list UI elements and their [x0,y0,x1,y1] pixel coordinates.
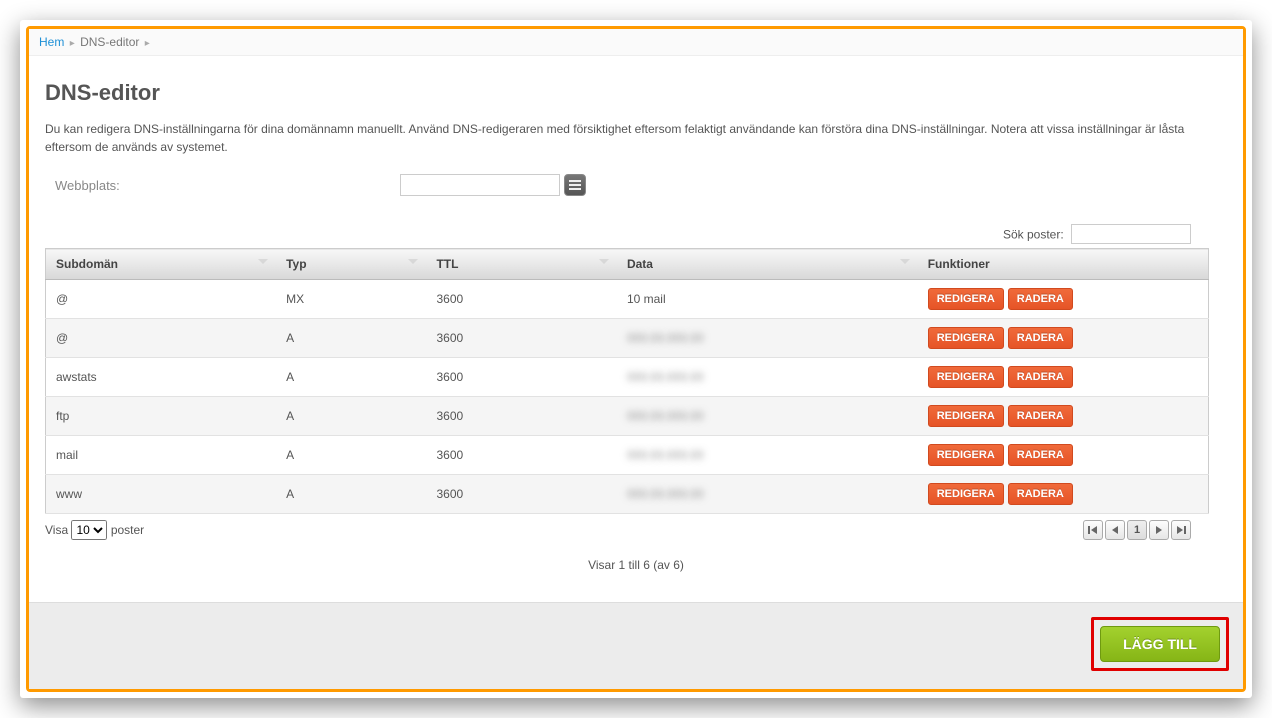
breadcrumb-home[interactable]: Hem [39,35,64,49]
th-subdomain[interactable]: Subdomän [46,249,277,280]
cell-type: A [276,475,426,514]
edit-button[interactable]: REDIGERA [928,327,1004,349]
cell-data: 000.00.000.00 [617,319,918,358]
pager: 1 [1083,520,1227,540]
th-ttl[interactable]: TTL [426,249,616,280]
cell-functions: REDIGERARADERA [918,280,1209,319]
list-icon [569,180,581,190]
sort-icon [599,259,609,264]
cell-subdomain: ftp [46,397,277,436]
add-highlight: LÄGG TILL [1091,617,1229,671]
bottom-bar: LÄGG TILL [29,602,1243,689]
delete-button[interactable]: RADERA [1008,366,1073,388]
pager-last-button[interactable] [1171,520,1191,540]
table-row: @A3600000.00.000.00REDIGERARADERA [46,319,1209,358]
cell-ttl: 3600 [426,280,616,319]
add-button[interactable]: LÄGG TILL [1100,626,1220,662]
page-title: DNS-editor [45,80,1227,106]
pager-next-button[interactable] [1149,520,1169,540]
sort-icon [258,259,268,264]
cell-data: 000.00.000.00 [617,475,918,514]
search-input[interactable] [1071,224,1191,244]
cell-functions: REDIGERARADERA [918,319,1209,358]
edit-button[interactable]: REDIGERA [928,288,1004,310]
cell-type: A [276,436,426,475]
table-row: awstatsA3600000.00.000.00REDIGERARADERA [46,358,1209,397]
website-label: Webbplats: [55,178,400,193]
cell-subdomain: @ [46,280,277,319]
cell-type: MX [276,280,426,319]
website-picker-button[interactable] [564,174,586,196]
chevron-right-icon: ▸ [70,38,75,49]
cell-subdomain: @ [46,319,277,358]
th-functions: Funktioner [918,249,1209,280]
breadcrumb-current: DNS-editor [80,35,139,49]
sort-icon [900,259,910,264]
page-description: Du kan redigera DNS-inställningarna för … [45,120,1227,156]
cell-subdomain: mail [46,436,277,475]
breadcrumb: Hem ▸ DNS-editor ▸ [29,29,1243,56]
delete-button[interactable]: RADERA [1008,405,1073,427]
table-row: wwwA3600000.00.000.00REDIGERARADERA [46,475,1209,514]
delete-button[interactable]: RADERA [1008,288,1073,310]
cell-type: A [276,319,426,358]
cell-subdomain: awstats [46,358,277,397]
website-input[interactable] [400,174,560,196]
showing-text: Visar 1 till 6 (av 6) [45,544,1227,602]
th-type[interactable]: Typ [276,249,426,280]
prev-icon [1110,525,1120,535]
delete-button[interactable]: RADERA [1008,444,1073,466]
table-row: mailA3600000.00.000.00REDIGERARADERA [46,436,1209,475]
pager-page-1[interactable]: 1 [1127,520,1147,540]
cell-type: A [276,397,426,436]
cell-functions: REDIGERARADERA [918,475,1209,514]
dns-table: Subdomän Typ TTL Data Funktioner @MX3600… [45,248,1209,514]
cell-data: 000.00.000.00 [617,436,918,475]
chevron-right-icon: ▸ [145,38,150,49]
next-icon [1154,525,1164,535]
search-label: Sök poster: [1003,228,1064,242]
cell-functions: REDIGERARADERA [918,358,1209,397]
delete-button[interactable]: RADERA [1008,327,1073,349]
th-data[interactable]: Data [617,249,918,280]
cell-ttl: 3600 [426,397,616,436]
page-size-control: Visa 10 poster [45,520,144,540]
page-size-select[interactable]: 10 [71,520,107,540]
cell-ttl: 3600 [426,436,616,475]
cell-data: 000.00.000.00 [617,358,918,397]
cell-type: A [276,358,426,397]
cell-ttl: 3600 [426,319,616,358]
cell-functions: REDIGERARADERA [918,436,1209,475]
delete-button[interactable]: RADERA [1008,483,1073,505]
first-icon [1088,525,1098,535]
edit-button[interactable]: REDIGERA [928,444,1004,466]
pager-prev-button[interactable] [1105,520,1125,540]
table-row: @MX360010 mailREDIGERARADERA [46,280,1209,319]
cell-ttl: 3600 [426,358,616,397]
edit-button[interactable]: REDIGERA [928,405,1004,427]
search-row: Sök poster: [45,224,1227,244]
cell-subdomain: www [46,475,277,514]
cell-ttl: 3600 [426,475,616,514]
table-row: ftpA3600000.00.000.00REDIGERARADERA [46,397,1209,436]
cell-data: 000.00.000.00 [617,397,918,436]
website-row: Webbplats: [45,174,1227,196]
pager-first-button[interactable] [1083,520,1103,540]
cell-functions: REDIGERARADERA [918,397,1209,436]
last-icon [1176,525,1186,535]
edit-button[interactable]: REDIGERA [928,366,1004,388]
edit-button[interactable]: REDIGERA [928,483,1004,505]
cell-data: 10 mail [617,280,918,319]
sort-icon [408,259,418,264]
